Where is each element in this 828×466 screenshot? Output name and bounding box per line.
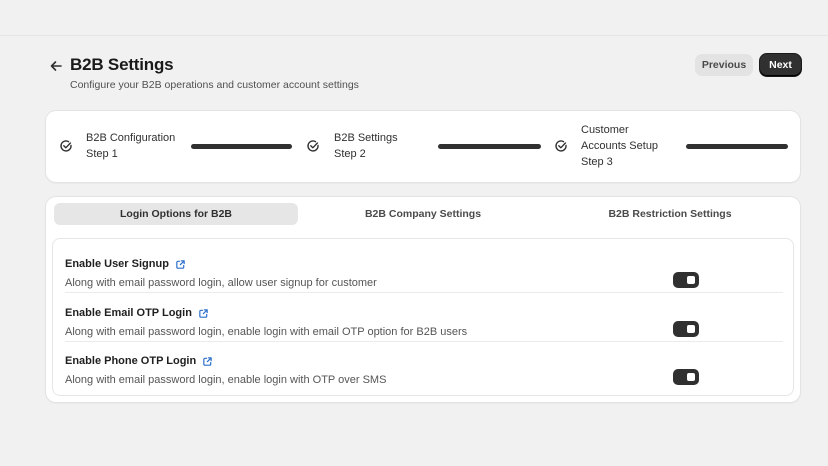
back-button[interactable] <box>46 56 66 76</box>
step-2-name: B2B Settings <box>334 132 398 144</box>
option-description: Along with email password login, enable … <box>65 374 387 386</box>
user-signup-toggle[interactable] <box>673 272 699 288</box>
option-title: Enable Email OTP Login <box>65 307 192 319</box>
page-header: B2B Settings Configure your B2B operatio… <box>46 54 802 94</box>
check-circle-icon <box>307 140 319 152</box>
previous-button[interactable]: Previous <box>695 54 753 76</box>
phone-otp-toggle[interactable] <box>673 369 699 385</box>
option-row-user-signup: Enable User Signup Along with email pass… <box>65 245 783 293</box>
toggle-knob <box>687 325 695 333</box>
step-2-progress-bar <box>438 144 541 149</box>
login-options-panel: Enable User Signup Along with email pass… <box>52 238 794 396</box>
option-description: Along with email password login, enable … <box>65 326 468 338</box>
step-1-progress-bar <box>191 144 292 149</box>
toggle-knob <box>687 276 695 284</box>
option-description: Along with email password login, allow u… <box>65 277 377 289</box>
page-title: B2B Settings <box>70 55 174 74</box>
step-3-name: Customer Accounts Setup <box>581 124 659 152</box>
step-3-number: Step 3 <box>581 156 613 168</box>
option-title: Enable User Signup <box>65 258 169 270</box>
step-1: B2B Configuration Step 1 <box>46 111 296 182</box>
check-circle-icon <box>555 140 567 152</box>
step-3-progress-bar <box>686 144 788 149</box>
steps-card: B2B Configuration Step 1 B2B Settings St… <box>46 111 800 182</box>
step-3: Customer Accounts Setup Step 3 <box>542 111 800 182</box>
check-circle-icon <box>60 140 72 152</box>
tab-login-options[interactable]: Login Options for B2B <box>54 203 298 225</box>
external-link-icon[interactable] <box>198 308 209 319</box>
step-2-number: Step 2 <box>334 148 366 160</box>
option-title: Enable Phone OTP Login <box>65 355 197 367</box>
tab-company-settings[interactable]: B2B Company Settings <box>301 203 545 225</box>
external-link-icon[interactable] <box>175 259 186 270</box>
next-button[interactable]: Next <box>760 54 801 76</box>
email-otp-toggle[interactable] <box>673 321 699 337</box>
toggle-knob <box>687 373 695 381</box>
arrow-left-icon <box>50 61 62 71</box>
option-row-phone-otp: Enable Phone OTP Login Along with email … <box>65 342 783 390</box>
external-link-icon[interactable] <box>202 356 213 367</box>
tab-restriction-settings[interactable]: B2B Restriction Settings <box>548 203 792 225</box>
top-bar <box>0 0 828 36</box>
page-subtitle: Configure your B2B operations and custom… <box>70 79 359 91</box>
settings-card: Login Options for B2B B2B Company Settin… <box>46 197 800 402</box>
option-row-email-otp: Enable Email OTP Login Along with email … <box>65 294 783 342</box>
step-1-number: Step 1 <box>86 148 118 160</box>
step-2: B2B Settings Step 2 <box>294 111 544 182</box>
step-1-name: B2B Configuration <box>86 132 176 144</box>
